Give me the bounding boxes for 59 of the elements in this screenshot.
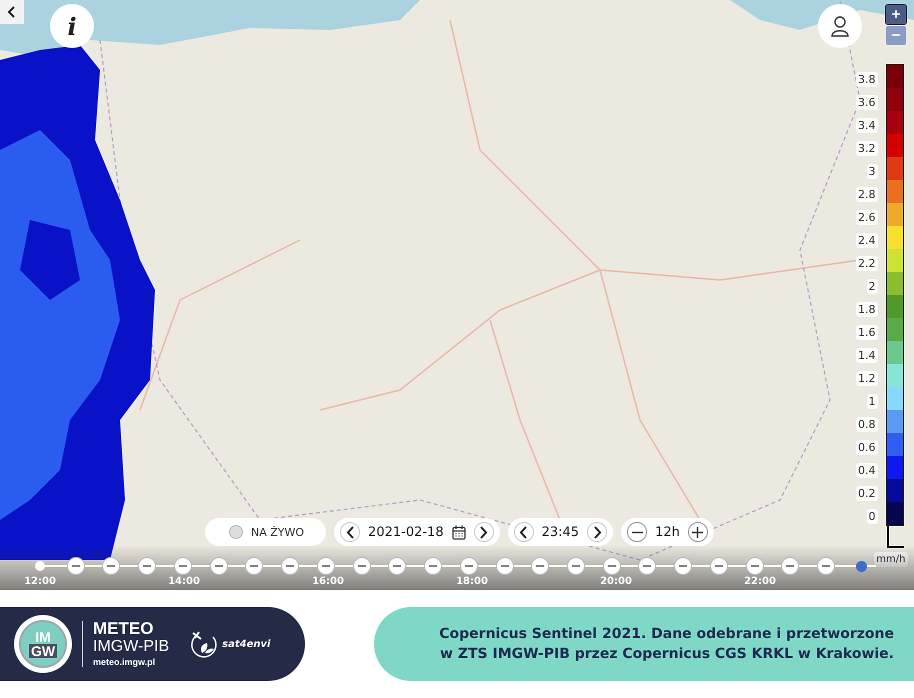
time-label: 22:00 [743, 576, 777, 587]
legend-label: 1 [866, 394, 878, 409]
chevron-left-icon [346, 526, 355, 538]
live-toggle[interactable]: NA ŻYWO [205, 518, 326, 546]
calendar-icon[interactable] [452, 524, 466, 540]
caption-line: w ZTS IMGW-PIB przez Copernicus CGS KRKL w Krakowie. [440, 645, 894, 664]
brand-title: METEO [93, 620, 154, 638]
zoom-in-button[interactable]: + [886, 5, 906, 24]
decrease-period-button[interactable] [627, 522, 648, 542]
time-value: 23:45 [542, 524, 580, 540]
time-label: 12:00 [23, 576, 57, 587]
legend-label: 1.6 [856, 325, 878, 340]
chevron-right-icon [592, 526, 602, 538]
legend-label: 1.2 [856, 371, 878, 386]
radio-button[interactable] [229, 525, 243, 539]
caption-line: Copernicus Sentinel 2021. Dane odebrane i przetworzone [439, 625, 894, 644]
legend-label: 3.4 [856, 118, 878, 133]
legend-label: 3.2 [856, 141, 878, 156]
legend-label: 0.4 [856, 463, 878, 478]
time-label: 14:00 [167, 576, 201, 587]
legend-label: 2.4 [856, 233, 878, 248]
legend-bracket [886, 526, 904, 548]
next-day-button[interactable] [474, 522, 494, 542]
legend-label: 2.6 [856, 210, 878, 225]
partner-name: sat4envi [222, 638, 270, 650]
back-button[interactable] [0, 0, 24, 24]
live-label: NA ŻYWO [251, 526, 304, 538]
legend-label: 3.6 [856, 95, 878, 110]
user-icon [830, 15, 850, 37]
time-label: 16:00 [311, 576, 345, 587]
legend-label: 0 [866, 509, 878, 524]
date-value: 2021-02-18 [368, 524, 444, 540]
chevron-left-icon [519, 526, 528, 538]
period-value: 12h [655, 524, 680, 540]
legend-label: 2 [866, 279, 878, 294]
legend-unit: mm/h [874, 552, 908, 567]
satellite-leaf-icon [189, 629, 220, 659]
legend-label: 3.8 [856, 72, 878, 87]
brand-url[interactable]: meteo.imgw.pl [93, 656, 170, 668]
chevron-right-icon [479, 526, 488, 538]
legend-label: 1.8 [856, 302, 878, 317]
brand-subtitle: IMGW-PIB [93, 638, 170, 656]
chevron-left-icon [7, 6, 17, 18]
legend-label: 1.4 [856, 348, 878, 363]
increase-period-button[interactable] [688, 522, 708, 542]
next-time-button[interactable] [587, 522, 608, 542]
legend-label: 2.2 [856, 256, 878, 271]
logo-text: GW [28, 644, 58, 658]
previous-day-button[interactable] [340, 522, 360, 542]
legend-label: 2.8 [856, 187, 878, 202]
previous-time-button[interactable] [514, 522, 534, 542]
logo-text: IM [35, 630, 51, 644]
legend-label: 0.6 [856, 440, 878, 455]
legend-label: 0.2 [856, 486, 878, 501]
plus-icon [691, 526, 704, 538]
legend-label: 3 [866, 164, 878, 179]
legend-label: 0.8 [856, 417, 878, 432]
time-label: 20:00 [599, 576, 633, 587]
time-label: 18:00 [455, 576, 489, 587]
